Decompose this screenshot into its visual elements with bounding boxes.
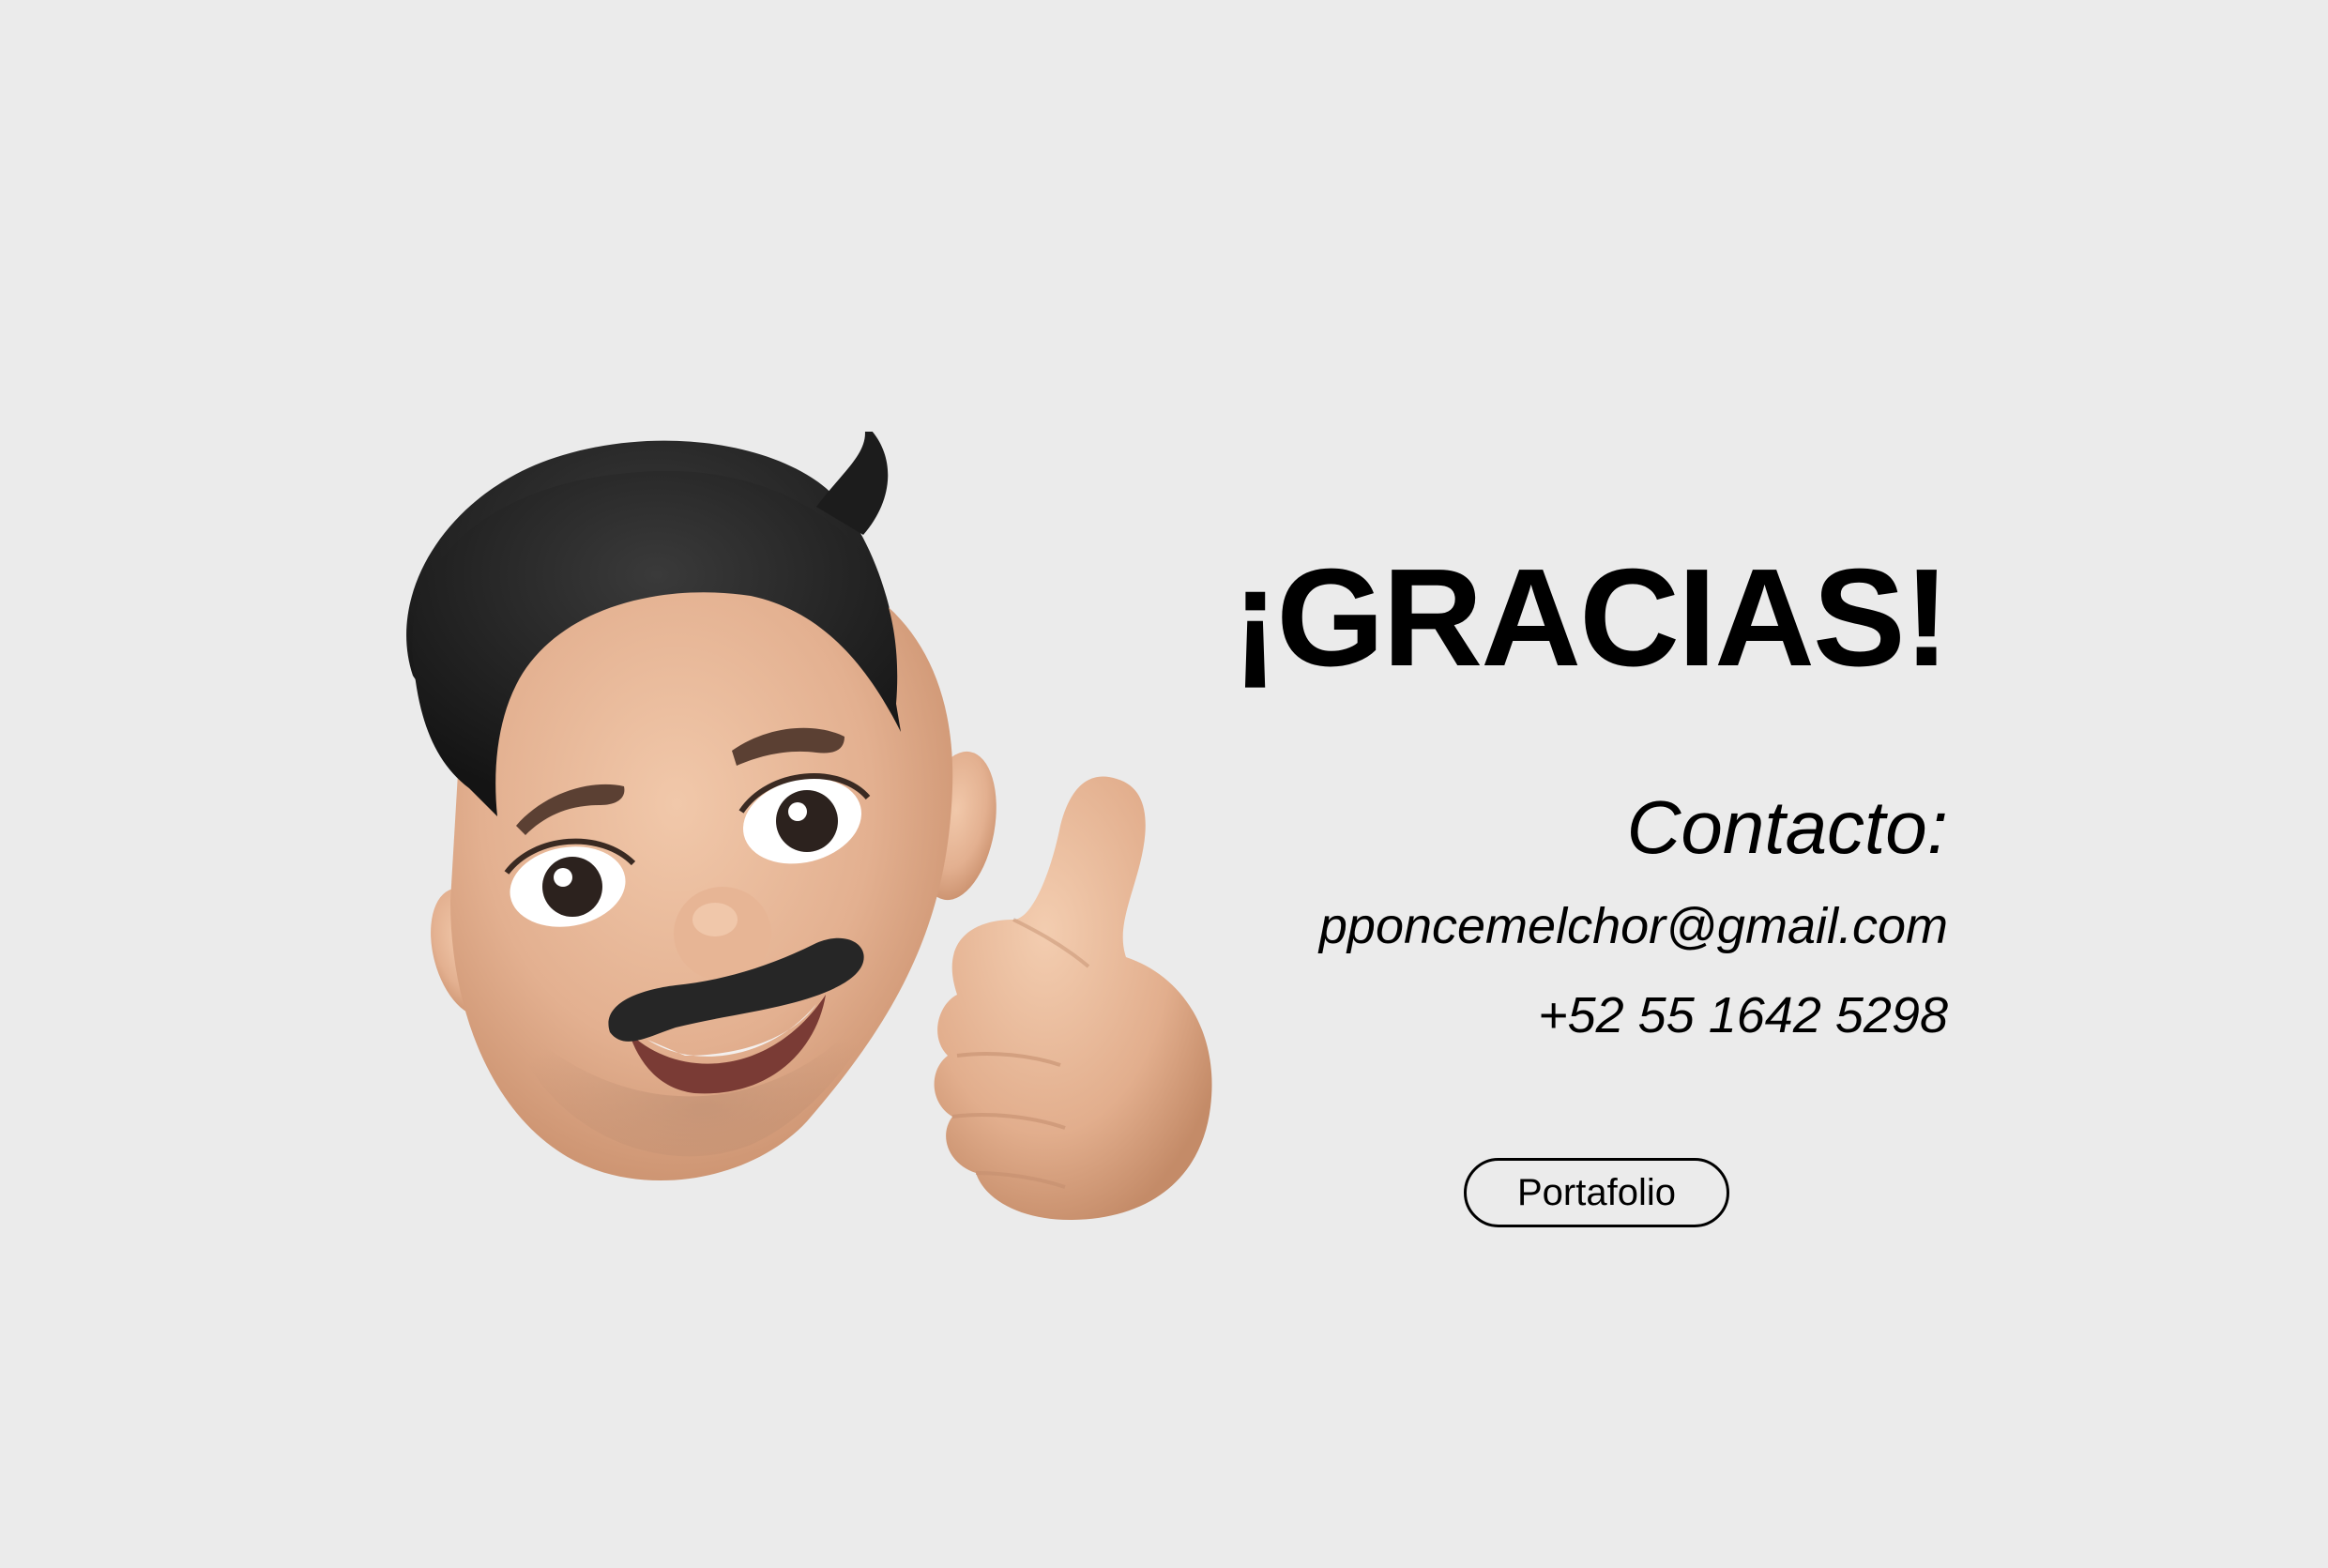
memoji-thumbs-up-icon bbox=[406, 432, 1212, 1220]
contact-email[interactable]: pponcemelchor@gmail.com bbox=[1319, 901, 1948, 951]
contact-phone[interactable]: +52 55 1642 5298 bbox=[1538, 990, 1948, 1041]
thank-you-slide: ¡GRACIAS! Contacto: pponcemelchor@gmail.… bbox=[0, 0, 2328, 1568]
portfolio-button[interactable]: Portafolio bbox=[1464, 1158, 1729, 1227]
thank-you-title: ¡GRACIAS! bbox=[1231, 540, 1950, 695]
contact-label: Contacto: bbox=[1626, 785, 1948, 869]
